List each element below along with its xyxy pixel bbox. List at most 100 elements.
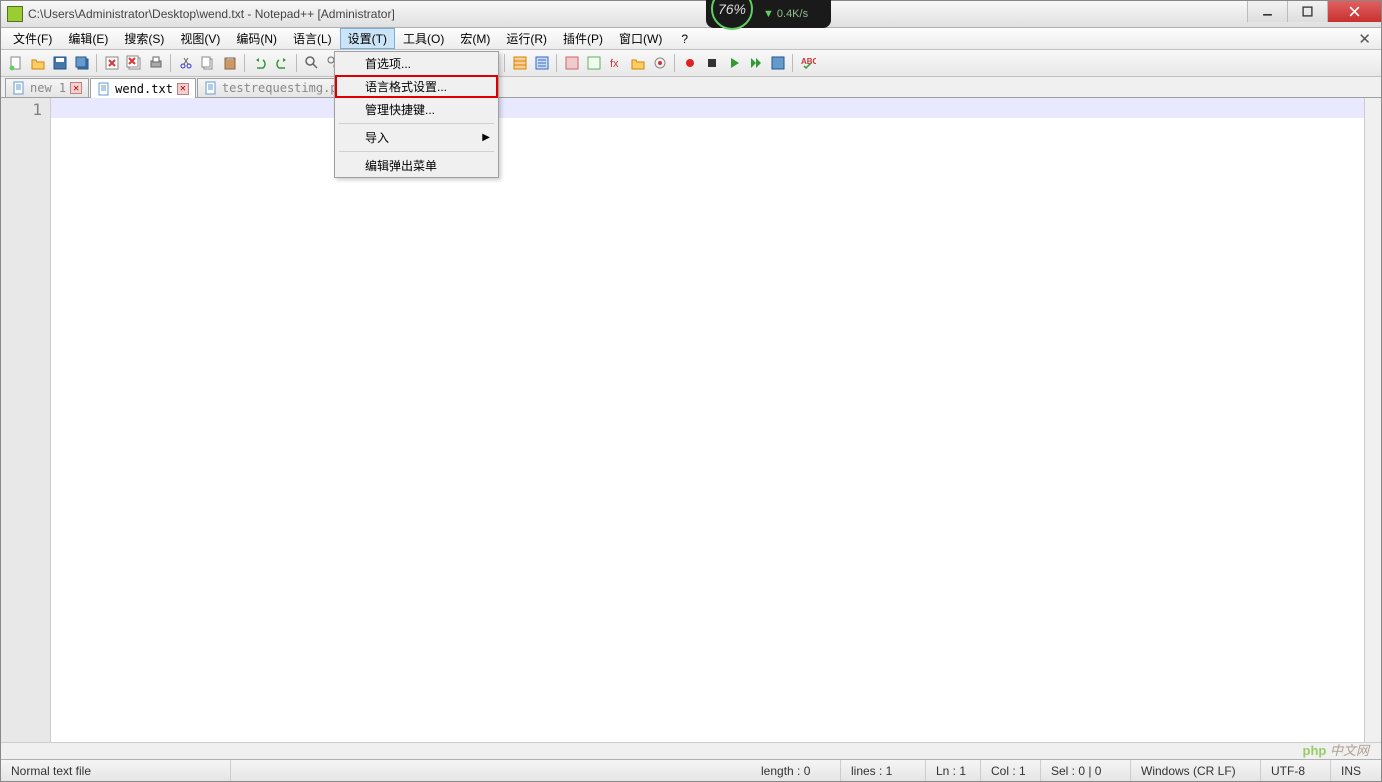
print-button[interactable] bbox=[145, 53, 166, 74]
folder-workspace-button[interactable] bbox=[627, 53, 648, 74]
speed-text: 0.4K/s bbox=[777, 8, 808, 20]
title-bar[interactable]: C:\Users\Administrator\Desktop\wend.txt … bbox=[1, 1, 1381, 28]
menu-edit[interactable]: 编辑(E) bbox=[60, 28, 116, 49]
menu-tools[interactable]: 工具(O) bbox=[395, 28, 452, 49]
minimize-button[interactable] bbox=[1247, 1, 1287, 22]
doc-map-button[interactable] bbox=[561, 53, 582, 74]
separator bbox=[296, 54, 297, 72]
menu-file[interactable]: 文件(F) bbox=[5, 28, 60, 49]
menu-bar: 文件(F) 编辑(E) 搜索(S) 视图(V) 编码(N) 语言(L) 设置(T… bbox=[1, 28, 1381, 50]
userlang-button[interactable] bbox=[531, 53, 552, 74]
vertical-scrollbar[interactable] bbox=[1364, 98, 1381, 742]
cut-button[interactable] bbox=[175, 53, 196, 74]
menu-run[interactable]: 运行(R) bbox=[498, 28, 555, 49]
paste-button[interactable] bbox=[219, 53, 240, 74]
status-eol[interactable]: Windows (CR LF) bbox=[1131, 760, 1261, 781]
current-line-highlight bbox=[51, 98, 1364, 118]
maximize-button[interactable] bbox=[1287, 1, 1327, 22]
status-filetype: Normal text file bbox=[1, 760, 231, 781]
down-arrow-icon: ▼ bbox=[763, 8, 774, 20]
tab-label: wend.txt bbox=[115, 82, 173, 96]
status-col: Col : 1 bbox=[981, 760, 1041, 781]
window-title: C:\Users\Administrator\Desktop\wend.txt … bbox=[28, 7, 395, 21]
menu-language[interactable]: 语言(L) bbox=[285, 28, 340, 49]
window-controls bbox=[1247, 1, 1381, 22]
network-overlay[interactable]: 76% ▼0.4K/s bbox=[706, 0, 831, 28]
menu-encoding[interactable]: 编码(N) bbox=[228, 28, 285, 49]
open-file-button[interactable] bbox=[27, 53, 48, 74]
menu-view[interactable]: 视图(V) bbox=[172, 28, 228, 49]
dd-popup[interactable]: 编辑弹出菜单 bbox=[335, 154, 498, 177]
app-window: C:\Users\Administrator\Desktop\wend.txt … bbox=[0, 0, 1382, 782]
find-button[interactable] bbox=[301, 53, 322, 74]
tab-close-icon[interactable]: ✕ bbox=[177, 83, 189, 95]
tab-bar: new 1 ✕ wend.txt ✕ testrequestimg.py ✕ bbox=[1, 77, 1381, 98]
menu-window[interactable]: 窗口(W) bbox=[611, 28, 670, 49]
editor-area: 1 bbox=[1, 98, 1381, 742]
save-all-button[interactable] bbox=[71, 53, 92, 74]
file-tab-new1[interactable]: new 1 ✕ bbox=[5, 78, 89, 97]
tab-close-icon[interactable]: ✕ bbox=[70, 82, 82, 94]
line-gutter: 1 bbox=[1, 98, 51, 742]
horizontal-scrollbar[interactable] bbox=[1, 742, 1381, 759]
close-button[interactable] bbox=[1327, 1, 1381, 22]
monitoring-button[interactable] bbox=[649, 53, 670, 74]
separator bbox=[244, 54, 245, 72]
separator bbox=[556, 54, 557, 72]
tab-label: new 1 bbox=[30, 81, 66, 95]
status-insmode[interactable]: INS bbox=[1331, 760, 1381, 781]
menu-macro[interactable]: 宏(M) bbox=[452, 28, 498, 49]
submenu-arrow-icon: ▶ bbox=[482, 132, 490, 143]
line-number: 1 bbox=[1, 100, 42, 119]
watermark: php php 中文网中文网 bbox=[1303, 740, 1369, 759]
play-multi-button[interactable] bbox=[745, 53, 766, 74]
stop-button[interactable] bbox=[701, 53, 722, 74]
new-file-button[interactable] bbox=[5, 53, 26, 74]
separator bbox=[674, 54, 675, 72]
dd-style-config[interactable]: 语言格式设置... bbox=[335, 75, 498, 98]
save-macro-button[interactable] bbox=[767, 53, 788, 74]
close-file-button[interactable] bbox=[101, 53, 122, 74]
status-length: length : 0 bbox=[751, 760, 841, 781]
percent-circle: 76% bbox=[711, 0, 753, 30]
menu-close-x-icon[interactable]: ✕ bbox=[1348, 28, 1381, 49]
dd-separator bbox=[339, 151, 494, 152]
status-ln: Ln : 1 bbox=[926, 760, 981, 781]
separator bbox=[792, 54, 793, 72]
status-encoding[interactable]: UTF-8 bbox=[1261, 760, 1331, 781]
document-icon bbox=[97, 82, 111, 96]
menu-plugins[interactable]: 插件(P) bbox=[555, 28, 611, 49]
function-list-button[interactable]: fx bbox=[605, 53, 626, 74]
play-button[interactable] bbox=[723, 53, 744, 74]
copy-button[interactable] bbox=[197, 53, 218, 74]
status-sel: Sel : 0 | 0 bbox=[1041, 760, 1131, 781]
code-area[interactable] bbox=[51, 98, 1364, 742]
indent-guide-button[interactable] bbox=[509, 53, 530, 74]
settings-dropdown: 首选项... 语言格式设置... 管理快捷键... 导入▶ 编辑弹出菜单 bbox=[334, 51, 499, 178]
record-button[interactable] bbox=[679, 53, 700, 74]
separator bbox=[504, 54, 505, 72]
svg-text:fx: fx bbox=[610, 58, 619, 70]
separator bbox=[170, 54, 171, 72]
spellcheck-button[interactable]: ABC bbox=[797, 53, 818, 74]
menu-search[interactable]: 搜索(S) bbox=[116, 28, 172, 49]
menu-settings[interactable]: 设置(T) bbox=[340, 28, 395, 49]
dd-import[interactable]: 导入▶ bbox=[335, 126, 498, 149]
toolbar: ¶ fx ABC bbox=[1, 50, 1381, 77]
status-filler bbox=[231, 760, 751, 781]
close-all-button[interactable] bbox=[123, 53, 144, 74]
menu-help[interactable]: ? bbox=[673, 28, 696, 49]
tab-label: testrequestimg.py bbox=[222, 81, 345, 95]
dd-shortcut[interactable]: 管理快捷键... bbox=[335, 98, 498, 121]
status-lines: lines : 1 bbox=[841, 760, 926, 781]
dd-separator bbox=[339, 123, 494, 124]
document-icon bbox=[204, 81, 218, 95]
undo-button[interactable] bbox=[249, 53, 270, 74]
app-icon bbox=[7, 6, 23, 22]
save-button[interactable] bbox=[49, 53, 70, 74]
file-tab-wend[interactable]: wend.txt ✕ bbox=[90, 78, 196, 98]
doc-list-button[interactable] bbox=[583, 53, 604, 74]
status-bar: Normal text file length : 0 lines : 1 Ln… bbox=[1, 759, 1381, 781]
redo-button[interactable] bbox=[271, 53, 292, 74]
dd-preferences[interactable]: 首选项... bbox=[335, 52, 498, 75]
